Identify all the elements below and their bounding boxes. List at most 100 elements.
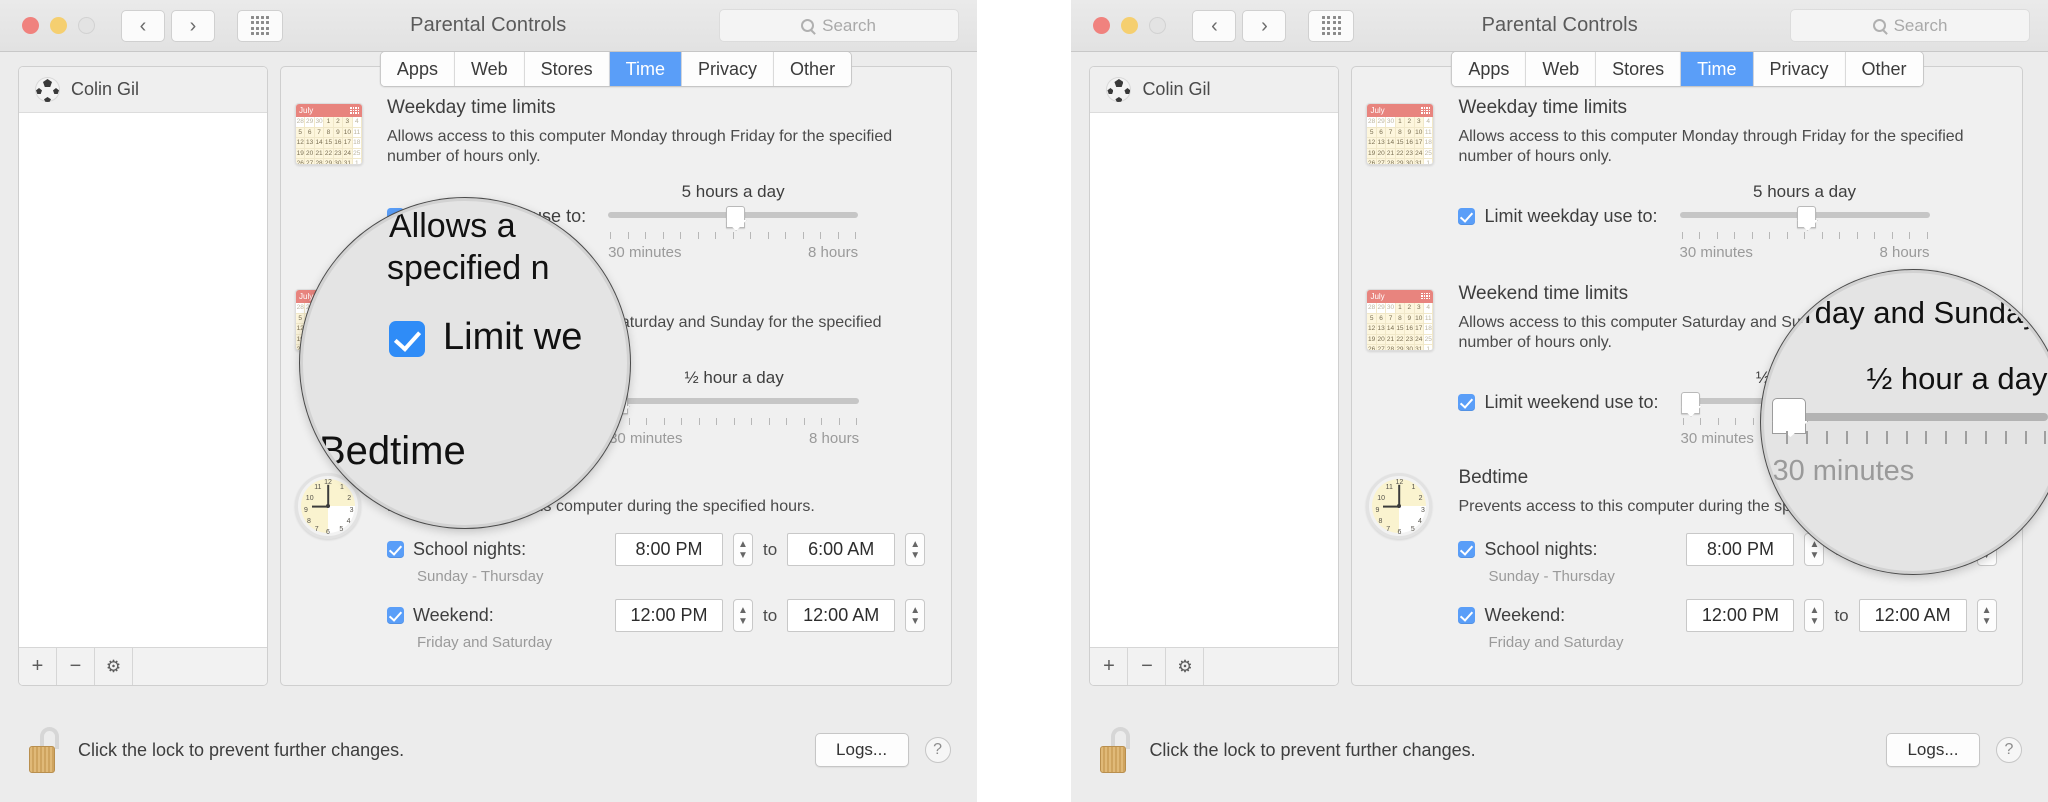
gear-icon[interactable]: ⚙: [1166, 648, 1204, 686]
weekday-calendar-icon: July 2829301234 567891011 12131415161718…: [1366, 97, 1440, 261]
weekend-bedtime-from-stepper[interactable]: ▲▼: [733, 599, 753, 632]
show-all-grid-icon[interactable]: [237, 10, 283, 42]
traffic-lights[interactable]: [1093, 17, 1166, 34]
close-button[interactable]: [22, 17, 39, 34]
unlocked-padlock-icon[interactable]: [1097, 727, 1133, 773]
gear-icon[interactable]: ⚙: [95, 648, 133, 686]
calendar-grid: 2829301234 567891011 12131415161718 1920…: [1367, 117, 1433, 165]
weekend-bedtime-until-field[interactable]: 12:00 AM: [787, 599, 895, 632]
weekend-bedtime-label: Weekend:: [1484, 605, 1565, 626]
remove-user-button[interactable]: −: [1128, 648, 1166, 686]
limit-weekend-checkbox-row[interactable]: Limit weekend use to:: [1458, 392, 1658, 413]
tab-other[interactable]: Other: [1845, 52, 1922, 86]
school-nights-until-field[interactable]: 6:00 AM: [787, 533, 895, 566]
weekend-bedtime-checkbox[interactable]: [387, 607, 404, 624]
close-button[interactable]: [1093, 17, 1110, 34]
add-user-button[interactable]: +: [1090, 648, 1128, 686]
weekday-slider-track-holder[interactable]: [608, 208, 858, 222]
user-sidebar: Colin Gil + − ⚙: [18, 66, 268, 686]
forward-button[interactable]: ›: [1242, 10, 1286, 42]
tab-web[interactable]: Web: [455, 52, 525, 86]
bedtime-clock-icon: 12 1 2 3 4 5 6 7 8 9 10: [1366, 467, 1440, 651]
weekend-bedtime-checkbox-row[interactable]: Weekend:: [387, 605, 605, 626]
weekday-slider-track-holder[interactable]: [1680, 208, 1930, 222]
help-button[interactable]: ?: [925, 737, 951, 763]
weekend-slider-track-holder[interactable]: [609, 394, 859, 408]
weekend-slider-thumb[interactable]: [1681, 392, 1700, 414]
weekend-calendar-icon: July 2829301234 567891011 12131415161718…: [1366, 283, 1440, 447]
back-button[interactable]: ‹: [121, 10, 165, 42]
back-button[interactable]: ‹: [1192, 10, 1236, 42]
tab-apps[interactable]: Apps: [381, 52, 455, 86]
school-nights-checkbox[interactable]: [1458, 541, 1475, 558]
tab-bar[interactable]: Apps Web Stores Time Privacy Other: [380, 51, 852, 87]
tab-time[interactable]: Time: [610, 52, 682, 86]
magnifier-overlay-left: Allows a specified n Limit we Bedtime: [300, 198, 630, 528]
unlocked-padlock-icon[interactable]: [26, 727, 62, 773]
weekday-description: Allows access to this computer Monday th…: [387, 127, 937, 168]
limit-weekend-checkbox[interactable]: [1458, 394, 1475, 411]
calendar-month-label: July: [296, 104, 362, 117]
nav-buttons[interactable]: ‹ ›: [121, 10, 215, 42]
weekend-bedtime-from-field[interactable]: 12:00 PM: [1686, 599, 1794, 632]
minimize-button[interactable]: [1121, 17, 1138, 34]
weekend-bedtime-until-stepper[interactable]: ▲▼: [905, 599, 925, 632]
school-nights-caption: Sunday - Thursday: [417, 568, 937, 585]
tab-privacy[interactable]: Privacy: [1753, 52, 1845, 86]
search-input[interactable]: Search: [719, 9, 959, 42]
magnifier-right-slider-thumb: [1772, 398, 1806, 434]
tab-web[interactable]: Web: [1526, 52, 1596, 86]
forward-button[interactable]: ›: [171, 10, 215, 42]
tab-time[interactable]: Time: [1681, 52, 1753, 86]
show-all-grid-icon[interactable]: [1308, 10, 1354, 42]
tab-stores[interactable]: Stores: [1596, 52, 1681, 86]
weekday-slider[interactable]: 5 hours a day 30 minut: [1680, 182, 1930, 261]
weekend-bedtime-from-stepper[interactable]: ▲▼: [1804, 599, 1824, 632]
weekend-slider[interactable]: ½ hour a day 30 minute: [609, 368, 859, 447]
sidebar-item-user[interactable]: Colin Gil: [1090, 67, 1338, 113]
tab-apps[interactable]: Apps: [1452, 52, 1526, 86]
minimize-button[interactable]: [50, 17, 67, 34]
tab-other[interactable]: Other: [774, 52, 851, 86]
weekday-slider-thumb[interactable]: [1797, 206, 1816, 228]
weekend-slider-track[interactable]: [609, 398, 859, 404]
nav-buttons[interactable]: ‹ ›: [1192, 10, 1286, 42]
school-nights-from-stepper[interactable]: ▲▼: [733, 533, 753, 566]
school-nights-until-stepper[interactable]: ▲▼: [905, 533, 925, 566]
traffic-lights[interactable]: [22, 17, 95, 34]
weekend-bedtime-until-stepper[interactable]: ▲▼: [1977, 599, 1997, 632]
weekday-slider-thumb[interactable]: [726, 206, 745, 228]
add-user-button[interactable]: +: [19, 648, 57, 686]
school-nights-to-label: to: [763, 540, 777, 560]
weekend-bedtime-checkbox-row[interactable]: Weekend:: [1458, 605, 1676, 626]
weekday-slider[interactable]: 5 hours a day 30 minut: [608, 182, 858, 261]
search-input[interactable]: Search: [1790, 9, 2030, 42]
school-nights-checkbox[interactable]: [387, 541, 404, 558]
weekend-bedtime-checkbox[interactable]: [1458, 607, 1475, 624]
sidebar-empty-area: [1090, 113, 1338, 647]
school-nights-checkbox-row[interactable]: School nights:: [387, 539, 605, 560]
school-nights-from-field[interactable]: 8:00 PM: [615, 533, 723, 566]
limit-weekday-checkbox-row[interactable]: Limit weekday use to:: [1458, 206, 1657, 227]
help-button[interactable]: ?: [1996, 737, 2022, 763]
limit-weekend-label: Limit weekend use to:: [1484, 392, 1658, 413]
titlebar: ‹ › Parental Controls Search: [0, 0, 977, 52]
grid-dots: [251, 16, 270, 35]
logs-button[interactable]: Logs...: [1886, 733, 1980, 767]
weekend-bedtime-from-field[interactable]: 12:00 PM: [615, 599, 723, 632]
tab-bar[interactable]: Apps Web Stores Time Privacy Other: [1451, 51, 1923, 87]
weekend-bedtime-until-field[interactable]: 12:00 AM: [1859, 599, 1967, 632]
tab-stores[interactable]: Stores: [525, 52, 610, 86]
limit-weekday-checkbox[interactable]: [1458, 208, 1475, 225]
weekend-bedtime-caption: Friday and Saturday: [417, 634, 937, 651]
magnifier-right-slider-ticks: [1786, 431, 2046, 444]
logs-button[interactable]: Logs...: [815, 733, 909, 767]
tab-privacy[interactable]: Privacy: [682, 52, 774, 86]
school-nights-checkbox-row[interactable]: School nights:: [1458, 539, 1676, 560]
clock-icon: 12 1 2 3 4 5 6 7 8 9 10: [1366, 473, 1432, 539]
sidebar-item-user[interactable]: Colin Gil: [19, 67, 267, 113]
remove-user-button[interactable]: −: [57, 648, 95, 686]
screenshot-stage: ‹ › Parental Controls Search: [0, 0, 2048, 802]
search-placeholder: Search: [822, 16, 876, 36]
search-placeholder: Search: [1894, 16, 1948, 36]
